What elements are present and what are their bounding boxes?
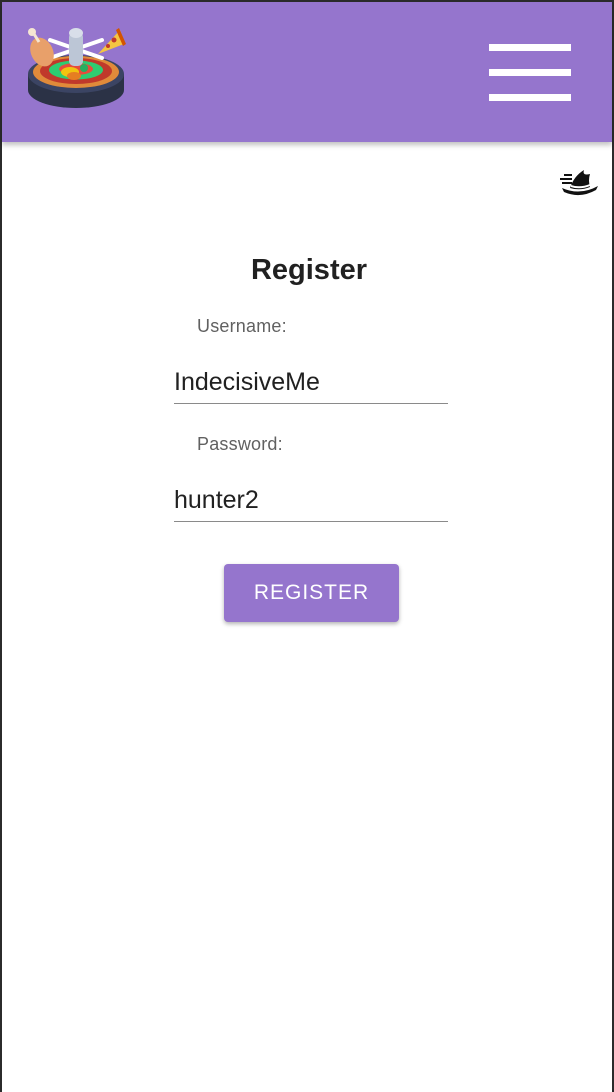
witch-hat-icon[interactable]	[560, 166, 600, 200]
username-label: Username:	[197, 316, 287, 336]
page-title: Register	[250, 254, 368, 286]
username-input[interactable]	[174, 366, 448, 404]
password-label: Password:	[197, 434, 283, 454]
menu-bar-top	[489, 44, 571, 51]
menu-bar-bottom	[489, 94, 571, 101]
password-input[interactable]	[174, 484, 448, 522]
hamburger-menu-icon[interactable]	[486, 40, 574, 106]
menu-bar-middle	[489, 69, 571, 76]
app-bar	[2, 2, 612, 142]
register-button[interactable]: REGISTER	[224, 564, 399, 622]
roulette-food-wheel-icon[interactable]	[24, 24, 128, 112]
